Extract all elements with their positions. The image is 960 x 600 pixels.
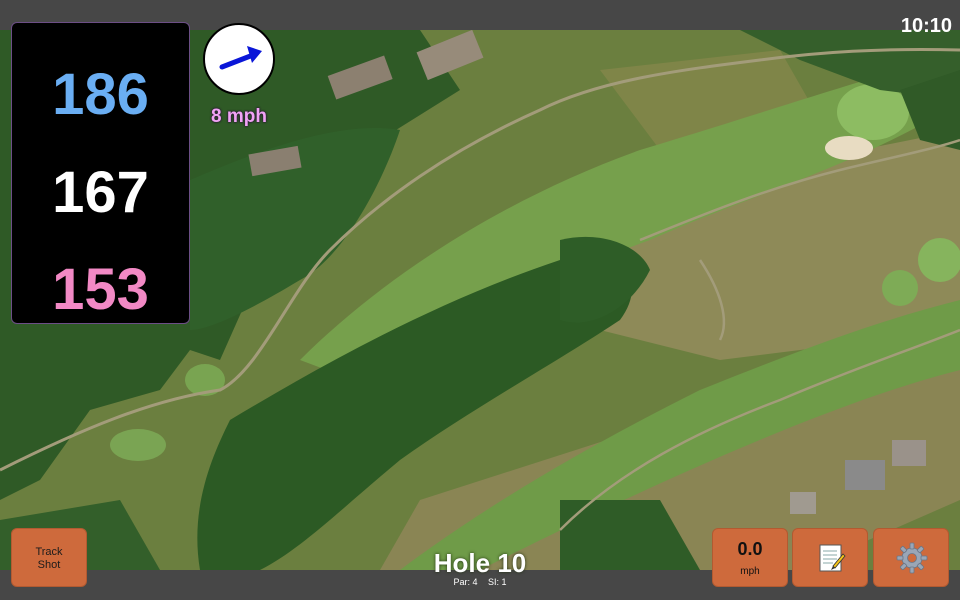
notepad-icon xyxy=(819,544,846,572)
front-of-green-distance: 153 xyxy=(52,257,149,322)
speed-button[interactable]: 0.0 mph xyxy=(712,528,788,587)
speed-value: 0.0 xyxy=(737,539,763,559)
speed-unit: mph xyxy=(740,566,760,577)
wind-arrow-icon xyxy=(219,46,262,70)
hole-meta: Par: 4 SI: 1 xyxy=(380,577,580,587)
back-of-green-distance: 186 xyxy=(52,62,149,127)
hole-par: Par: 4 xyxy=(453,577,478,587)
notes-button[interactable] xyxy=(792,528,868,587)
distance-panel: 186 167 153 xyxy=(11,22,190,324)
settings-button[interactable] xyxy=(873,528,949,587)
middle-of-green-distance: 167 xyxy=(52,160,149,225)
hole-stroke-index: SI: 1 xyxy=(488,577,507,587)
gear-icon xyxy=(896,542,928,574)
track-shot-label: Track Shot xyxy=(35,546,63,571)
wind-speed-label: 8 mph xyxy=(211,106,267,127)
wind-direction-dial xyxy=(203,23,275,95)
track-shot-button[interactable]: Track Shot xyxy=(11,528,87,587)
clock-time: 10:10 xyxy=(900,15,952,37)
hole-title: Hole 10 xyxy=(433,548,527,578)
